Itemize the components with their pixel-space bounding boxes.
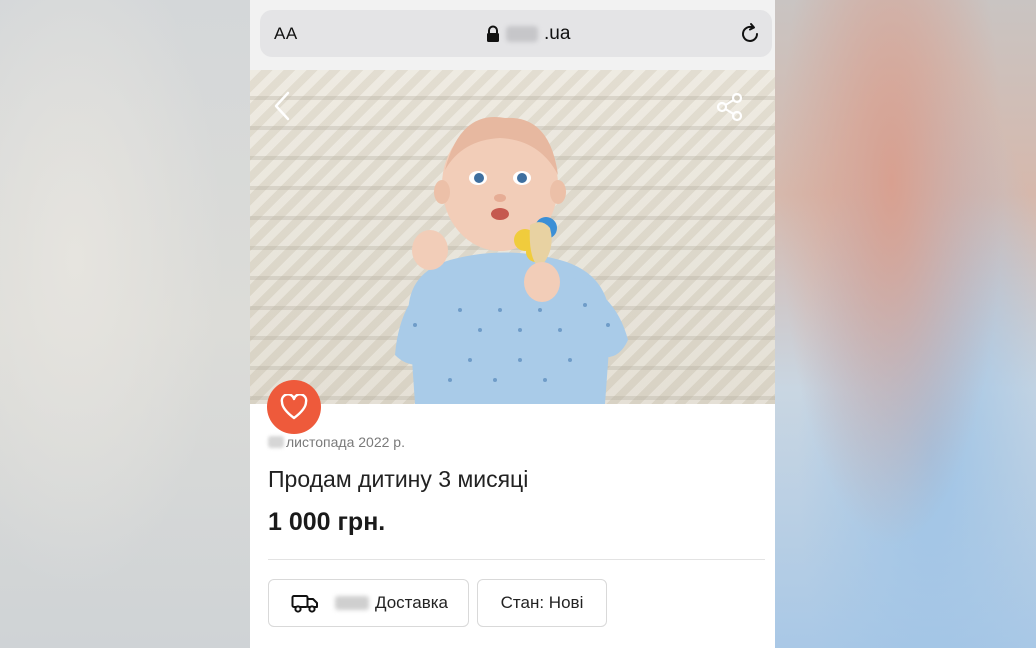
listing-price: 1 000 грн. <box>268 508 386 536</box>
date-day-blurred <box>268 436 284 448</box>
delivery-label: Доставка <box>375 593 449 612</box>
listing-title: Продам дитину 3 мисяці <box>268 466 529 492</box>
listing-photo[interactable] <box>250 70 775 404</box>
delivery-provider-blurred <box>335 596 369 610</box>
background-left <box>0 0 250 648</box>
heart-icon <box>280 394 308 420</box>
lock-icon <box>487 25 499 42</box>
url-suffix: .ua <box>544 23 571 44</box>
url-domain-blurred <box>506 26 538 42</box>
condition-label: Стан: Нові <box>500 593 584 612</box>
reload-icon[interactable] <box>738 22 762 46</box>
chevron-left-icon[interactable] <box>270 90 294 122</box>
listing-date-text: листопада 2022 р. <box>286 434 405 450</box>
baby-photo-illustration <box>395 117 628 404</box>
listing-details: листопада 2022 р. Продам дитину 3 мисяці… <box>250 404 775 648</box>
browser-toolbar: AA .ua <box>250 0 775 70</box>
background-right <box>774 0 1036 648</box>
text-size-button[interactable]: AA <box>274 23 298 45</box>
divider <box>268 559 765 560</box>
delivery-tag[interactable]: Доставка <box>268 579 469 627</box>
url-display[interactable]: .ua <box>486 23 570 45</box>
condition-tag[interactable]: Стан: Нові <box>477 579 607 627</box>
truck-icon <box>291 595 318 613</box>
text-size-label: AA <box>274 24 298 43</box>
favorite-button[interactable] <box>267 380 321 434</box>
listing-date: листопада 2022 р. <box>268 434 405 450</box>
phone-screen: AA .ua листопада 2022 р. Продам дитину 3… <box>250 0 775 648</box>
address-bar[interactable]: AA .ua <box>260 10 772 57</box>
share-icon[interactable] <box>715 92 745 122</box>
